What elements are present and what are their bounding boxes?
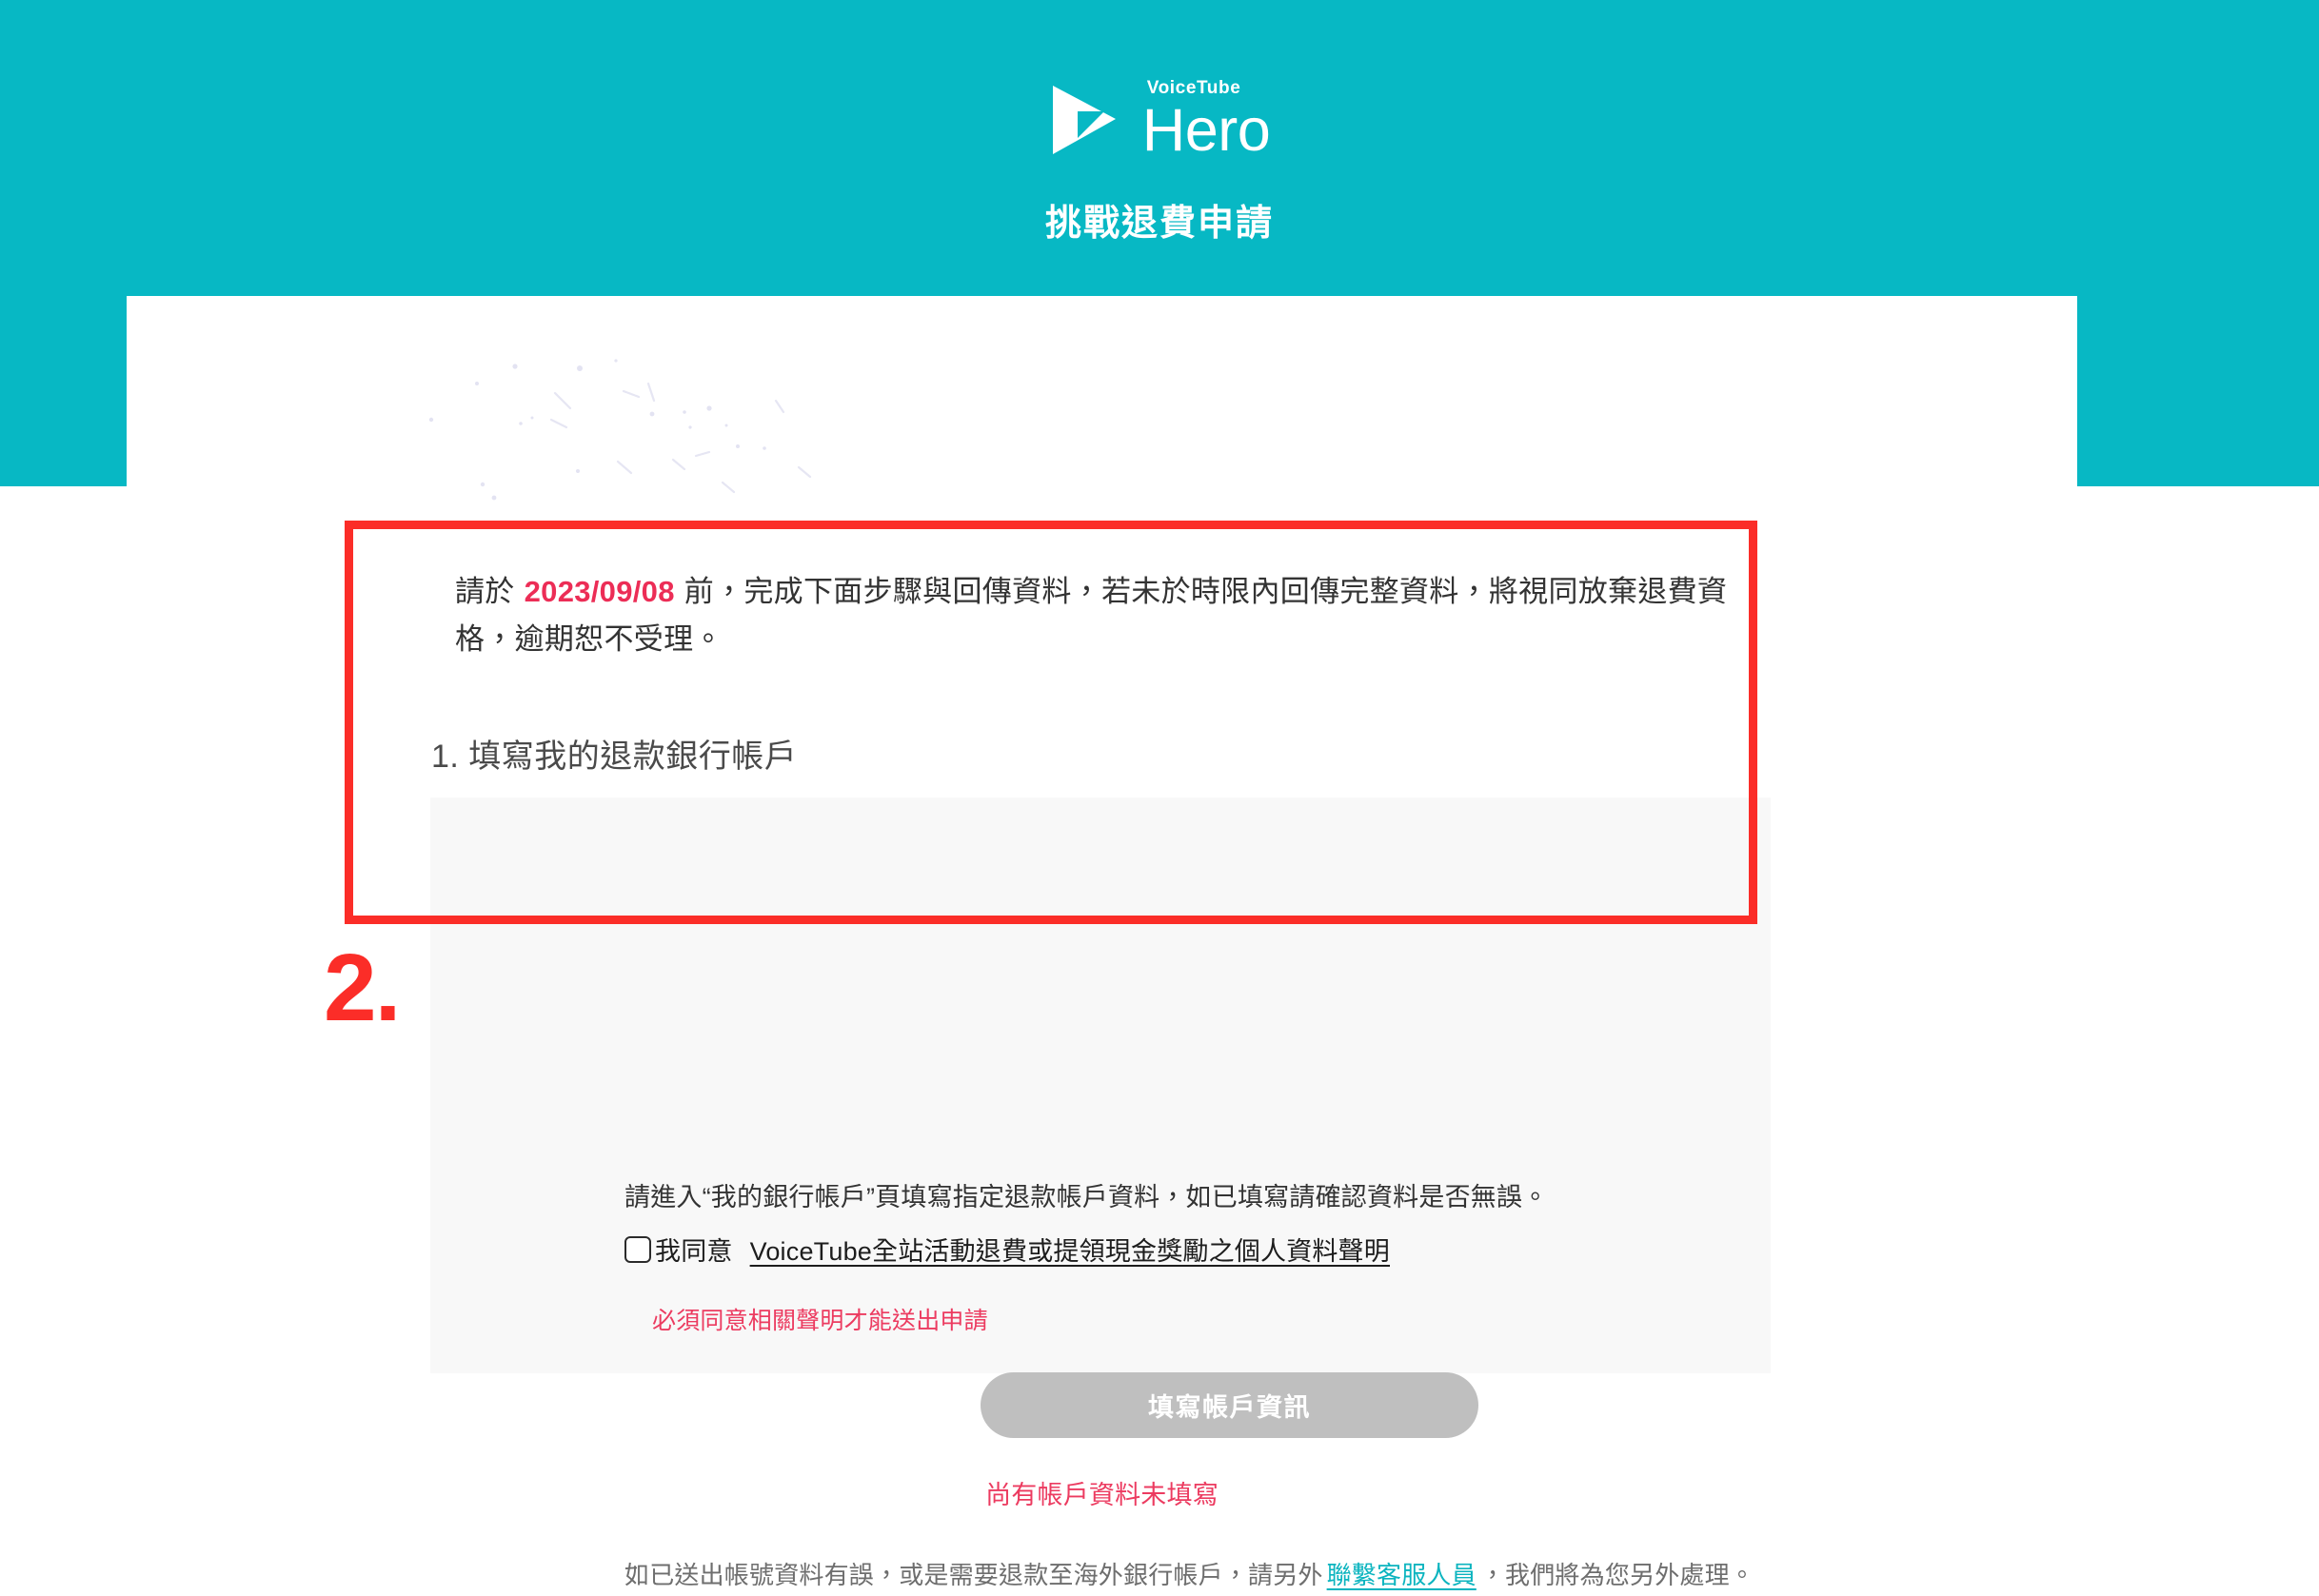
annotation-step-number: 2. — [324, 935, 401, 1041]
deadline-prefix: 請於 — [455, 575, 515, 608]
card-footnote: 如已送出帳號資料有誤，或是需要退款至海外銀行帳戶，請另外 聯繫客服人員 ，我們將為您… — [624, 1556, 1814, 1596]
bank-account-card — [430, 798, 1771, 1373]
contact-support-link[interactable]: 聯繫客服人員 — [1323, 1561, 1480, 1589]
consent-label: 我同意 — [655, 1237, 733, 1266]
brand-logo[interactable]: VoiceTube Hero — [0, 74, 2319, 165]
footnote-after: ，我們將為您另外處理。 — [1479, 1561, 1755, 1589]
deadline-notice: 請於 2023/09/08 前，完成下面步驟與回傳資料，若未於時限內回傳完整資料，將… — [455, 568, 1759, 663]
play-triangle-icon — [1052, 85, 1116, 154]
brand-subtitle: VoiceTube — [1146, 77, 1241, 98]
confetti-decoration — [428, 359, 812, 501]
step-1-heading: 1. 填寫我的退款銀行帳戶 — [431, 739, 798, 776]
consent-error-message: 必須同意相關聲明才能送出申請 — [652, 1308, 988, 1334]
privacy-statement-link[interactable]: VoiceTube全站活動退費或提領現金獎勵之個人資料聲明 — [750, 1231, 1390, 1268]
content-panel: 請於 2023/09/08 前，完成下面步驟與回傳資料，若未於時限內回傳完整資料，將… — [127, 296, 2077, 1589]
brand-wordmark: VoiceTube Hero — [1142, 79, 1271, 161]
consent-row[interactable]: 我同意 VoiceTube全站活動退費或提領現金獎勵之個人資料聲明 — [624, 1231, 1390, 1268]
submit-error-message: 尚有帳戶資料未填寫 — [985, 1481, 1219, 1509]
page-title: 挑戰退費申請 — [1044, 204, 1274, 244]
consent-checkbox[interactable] — [624, 1235, 651, 1263]
card-instruction-text: 請進入“我的銀行帳戶”頁填寫指定退款帳戶資料，如已填寫請確認資料是否無誤。 — [624, 1183, 1549, 1212]
brand-name: Hero — [1141, 96, 1271, 164]
footnote-before: 如已送出帳號資料有誤，或是需要退款至海外銀行帳戶，請另外 — [624, 1561, 1323, 1589]
fill-account-info-button[interactable]: 填寫帳戶資訊 — [981, 1372, 1478, 1438]
deadline-date: 2023/09/08 — [524, 575, 675, 608]
refund-application-page: VoiceTube Hero 挑戰退費申請 請於 2023/09/08 前，完成… — [0, 0, 2319, 1589]
